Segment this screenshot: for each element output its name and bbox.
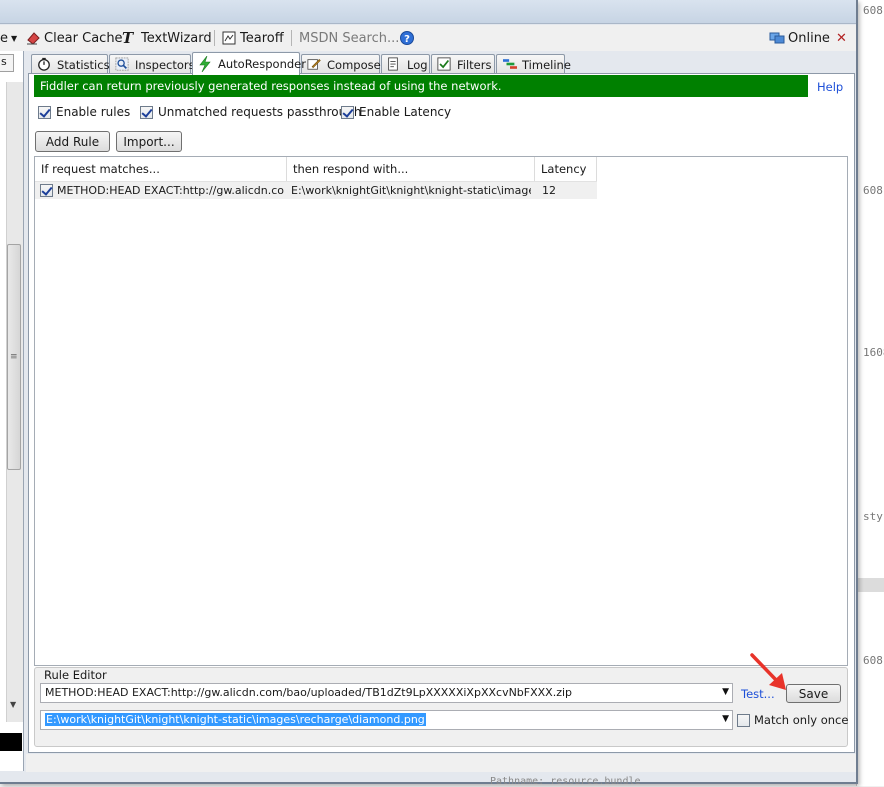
background-editor: 6081 6081 1608 sty 6081: [856, 0, 884, 786]
bottom-strip: [26, 754, 856, 772]
enable-latency-checkbox[interactable]: Enable Latency: [341, 105, 451, 119]
magnifier-icon: [115, 56, 131, 73]
tab-autoresponder[interactable]: AutoResponder: [192, 52, 306, 75]
background-text: 6081: [863, 654, 884, 667]
msdn-search-box[interactable]: MSDN Search...: [299, 29, 399, 47]
log-icon: [387, 56, 403, 73]
background-text: 6081: [863, 4, 884, 17]
tab-label: AutoResponder: [218, 57, 306, 71]
match-only-once-checkbox[interactable]: Match only once: [737, 713, 848, 727]
column-header-match[interactable]: If request matches...: [35, 157, 287, 181]
close-button[interactable]: ✕: [836, 29, 847, 47]
checkbox-checked[interactable]: [38, 105, 51, 119]
rule-match-cell: METHOD:HEAD EXACT:http://gw.alicdn.com..…: [57, 184, 285, 197]
toolbar-menu-fragment[interactable]: e ▼: [0, 29, 17, 47]
rule-editor-title: Rule Editor: [42, 668, 109, 682]
add-rule-button[interactable]: Add Rule: [35, 131, 110, 152]
column-header-latency[interactable]: Latency: [535, 157, 597, 181]
tab-label: Filters: [457, 57, 492, 72]
background-scrollbar: [857, 578, 884, 592]
response-selected-text: E:\work\knightGit\knight\knight-static\i…: [45, 713, 426, 726]
timeline-icon: [502, 57, 518, 73]
tearoff-button[interactable]: Tearoff: [221, 29, 284, 47]
background-text: sty: [863, 510, 883, 523]
rule-enabled-checkbox[interactable]: [40, 184, 53, 197]
scroll-grip-icon: ≡: [10, 352, 18, 362]
enable-latency-label: Enable Latency: [359, 105, 452, 119]
rule-latency-cell: 12: [542, 184, 556, 197]
tearoff-label: Tearoff: [240, 30, 284, 46]
response-combobox[interactable]: E:\work\knightGit\knight\knight-static\i…: [40, 710, 733, 730]
toolbar-separator: [291, 30, 292, 46]
chevron-down-icon: ▼: [11, 33, 18, 43]
match-combobox-value: METHOD:HEAD EXACT:http://gw.alicdn.com/b…: [45, 686, 573, 699]
enable-rules-label: Enable rules: [56, 105, 131, 119]
tab-statistics[interactable]: Statistics: [31, 54, 110, 74]
toolbar-fragment-label: e: [0, 30, 8, 46]
help-link[interactable]: Help: [817, 80, 843, 94]
table-row[interactable]: METHOD:HEAD EXACT:http://gw.alicdn.com..…: [35, 182, 597, 199]
tab-label: Log: [407, 57, 428, 72]
msdn-search-label: MSDN Search...: [299, 30, 400, 46]
stopwatch-icon: [37, 57, 53, 73]
checkbox-unchecked[interactable]: [737, 713, 750, 727]
background-text: Pathname: resource.bundle: [490, 776, 641, 787]
rule-respond-cell: E:\work\knightGit\knight\knight-static\i…: [291, 184, 531, 197]
info-banner: Fiddler can return previously generated …: [34, 75, 808, 97]
match-only-once-label: Match only once: [754, 713, 849, 727]
annotation-arrow-icon: [750, 653, 786, 690]
background-text: 6081: [863, 184, 884, 197]
tab-filters[interactable]: Filters: [431, 54, 495, 74]
svg-text:?: ?: [404, 34, 410, 45]
help-button[interactable]: ?: [399, 29, 415, 47]
tearoff-icon: [221, 30, 237, 46]
checkbox-icon: [437, 56, 453, 73]
clear-cache-button[interactable]: Clear Cache: [25, 29, 123, 47]
help-icon: ?: [399, 30, 415, 46]
background-text: 1608: [863, 346, 884, 359]
match-combobox[interactable]: METHOD:HEAD EXACT:http://gw.alicdn.com/b…: [40, 683, 733, 703]
unmatched-passthrough-checkbox[interactable]: Unmatched requests passthrough: [140, 105, 361, 119]
checkbox-checked[interactable]: [140, 105, 153, 119]
tab-label: Statistics: [57, 57, 110, 72]
inspector-tabs: Statistics Inspectors AutoResponder Comp…: [26, 52, 856, 75]
tab-log[interactable]: Log: [381, 54, 430, 74]
import-button[interactable]: Import...: [116, 131, 182, 152]
eraser-icon: [25, 30, 41, 46]
response-combobox-value: E:\work\knightGit\knight\knight-static\i…: [45, 713, 426, 726]
close-icon: ✕: [836, 30, 847, 46]
online-label: Online: [788, 30, 830, 46]
enable-rules-checkbox[interactable]: Enable rules: [38, 105, 130, 119]
tab-label: Timeline: [522, 57, 571, 72]
network-icon: [769, 30, 785, 46]
rules-list[interactable]: If request matches... then respond with.…: [34, 156, 848, 666]
toolbar: e ▼ Clear Cache T TextWizard Tearoff MSD…: [0, 25, 856, 51]
scroll-down-icon[interactable]: ▼: [10, 700, 16, 709]
tab-composer[interactable]: Composer: [301, 54, 385, 74]
chevron-down-icon[interactable]: ▼: [722, 687, 729, 697]
tab-label: Inspectors: [135, 57, 195, 72]
left-pane-tab[interactable]: s: [0, 54, 14, 72]
text-wizard-button[interactable]: T TextWizard: [122, 29, 212, 47]
chevron-down-icon[interactable]: ▼: [722, 714, 729, 724]
quickexec-box[interactable]: [0, 733, 22, 751]
online-button[interactable]: Online: [769, 29, 830, 47]
clear-cache-label: Clear Cache: [44, 30, 123, 46]
lightning-icon: [198, 55, 214, 73]
tab-label: Composer: [327, 57, 386, 72]
tab-inspectors[interactable]: Inspectors: [109, 54, 195, 74]
checkbox-checked[interactable]: [341, 105, 354, 119]
pencil-icon: [307, 57, 323, 73]
column-header-respond[interactable]: then respond with...: [287, 157, 535, 181]
unmatched-passthrough-label: Unmatched requests passthrough: [158, 105, 362, 119]
tab-timeline[interactable]: Timeline: [496, 54, 571, 74]
title-bar: [0, 0, 856, 24]
text-wizard-icon: T: [122, 29, 134, 47]
text-wizard-label: TextWizard: [141, 30, 212, 46]
save-button[interactable]: Save: [786, 684, 841, 703]
rule-editor-group: [34, 667, 848, 747]
toolbar-separator: [214, 30, 215, 46]
